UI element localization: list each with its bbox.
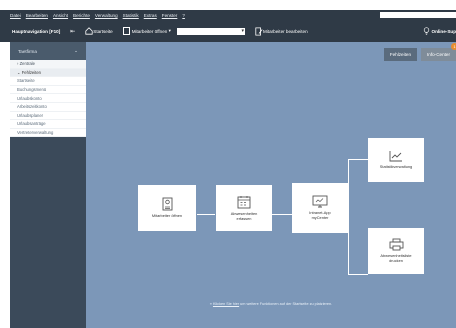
lightbulb-icon [423, 27, 429, 35]
sidebar-item-label: Urlaubsplaner [17, 112, 44, 118]
online-support-button[interactable]: Online-Sup [423, 27, 456, 35]
chevron-down-icon: ▾ [167, 28, 171, 33]
edit-document-icon [255, 27, 263, 35]
sidebar-item-label: Vertreterverwaltung [17, 130, 54, 136]
monitor-icon [312, 195, 328, 208]
line-chart-icon [389, 151, 402, 162]
printer-icon [389, 238, 403, 251]
card-intranet-app[interactable]: Intranet-App myCenter [292, 183, 348, 233]
menu-help[interactable]: ? [182, 13, 185, 18]
window-top-strip [0, 0, 456, 10]
sidebar-item-urlaubskonto[interactable]: Urlaubskonto [10, 94, 86, 103]
menu-berichte[interactable]: Berichte [73, 13, 90, 18]
notification-badge: 1 [451, 43, 456, 50]
sidebar-item-startseite[interactable]: Startseite [10, 77, 86, 86]
sidebar-item-label: Zentrale [19, 61, 35, 67]
main-navigation-toggle[interactable]: Hauptnavigation [F10] [12, 29, 60, 34]
card-label-line2: myCenter [311, 215, 329, 220]
menu-extras[interactable]: Extras [144, 13, 157, 18]
connector-line [348, 274, 368, 275]
mitarbeiter-bearbeiten-label: Mitarbeiter bearbeiten [262, 28, 308, 34]
sidebar: Taetfirma ⌄ › Zentrale ⌄ Fehlzeiten Star… [10, 42, 86, 328]
menu-bearbeiten[interactable]: Bearbeiten [26, 13, 48, 18]
connector-line [197, 214, 215, 215]
sidebar-item-vertreterverwaltung[interactable]: Vertreterverwaltung [10, 129, 86, 138]
chevron-down-icon: ▾ [241, 27, 244, 34]
tab-fehlzeiten[interactable]: Fehlzeiten [383, 48, 418, 61]
sidebar-filter[interactable]: Taetfirma ⌄ [10, 42, 86, 60]
calendar-icon [237, 195, 251, 209]
menu-statistik[interactable]: Statistik [123, 13, 139, 18]
card-statistikverwaltung[interactable]: Statistikverwaltung [368, 138, 424, 182]
main-area: Fehlzeiten Info-Center 1 Mitarbeiter öff… [86, 42, 456, 328]
tab-info-center-label: Info-Center [427, 52, 450, 57]
id-card-icon [162, 197, 172, 211]
employee-combo[interactable]: ▾ [176, 27, 245, 35]
tab-info-center[interactable]: Info-Center 1 [421, 43, 456, 61]
pin-icon[interactable]: ⇤ [70, 28, 75, 35]
card-label: Statistikverwaltung [379, 164, 413, 170]
customize-hint: » Klicken Sie hier um weitere Funktionen… [86, 302, 456, 306]
sidebar-filter-label: Taetfirma [18, 48, 37, 54]
connector-line [348, 159, 349, 274]
card-label-line2: drucken [389, 258, 403, 263]
connector-line [348, 159, 368, 160]
sidebar-item-zentrale[interactable]: › Zentrale [10, 60, 86, 69]
sidebar-list: › Zentrale ⌄ Fehlzeiten Startseite Buchu… [10, 60, 86, 138]
sidebar-item-label: Fehlzeiten [21, 69, 42, 75]
sidebar-item-label: Urlaubsanträge [17, 121, 46, 127]
sidebar-item-label: Arbeitszeitkonto [17, 104, 47, 110]
sidebar-item-label: Startseite [17, 78, 35, 84]
startseite-button[interactable]: Startseite [85, 27, 113, 35]
menu-datei[interactable]: Datei [10, 13, 21, 18]
card-label-line2: erfassen [236, 215, 252, 221]
online-support-label: Online-Sup [431, 28, 456, 34]
mitarbeiter-bearbeiten-button[interactable]: Mitarbeiter bearbeiten [255, 27, 308, 36]
card-mitarbeiter-oeffnen[interactable]: Mitarbeiter öffnen [138, 185, 196, 231]
chevron-down-icon: ⌄ [74, 48, 78, 53]
sidebar-item-label: Urlaubskonto [17, 95, 42, 101]
global-search-input[interactable] [380, 12, 456, 18]
home-icon [85, 27, 93, 35]
tab-bar: Fehlzeiten Info-Center 1 [380, 43, 456, 61]
mitarbeiter-oeffnen-label: Mitarbeiter öffnen [131, 28, 168, 34]
sidebar-item-urlaubsantraege[interactable]: Urlaubsanträge [10, 120, 86, 129]
startseite-label: Startseite [93, 28, 113, 34]
sidebar-item-label: Buchungsmenü [17, 87, 47, 93]
toolbar: Hauptnavigation [F10] ⇤ Startseite Mitar… [0, 20, 456, 42]
mitarbeiter-oeffnen-button[interactable]: Mitarbeiter öffnen ▾ [122, 27, 171, 35]
card-abwesenheitsliste-drucken[interactable]: Abwesenheitsliste drucken [368, 228, 424, 274]
sidebar-item-buchungsmenue[interactable]: Buchungsmenü [10, 86, 86, 95]
document-icon [122, 27, 130, 35]
menu-ansicht[interactable]: Ansicht [53, 13, 68, 18]
hint-link[interactable]: Klicken Sie hier [213, 302, 239, 306]
card-abwesenheiten-erfassen[interactable]: Abwesenheiten erfassen [216, 185, 272, 231]
connector-line [272, 214, 292, 215]
hint-suffix: um weitere Funktionen auf der Startseite… [239, 302, 333, 306]
sidebar-item-urlaubsplaner[interactable]: Urlaubsplaner [10, 112, 86, 121]
menu-fenster[interactable]: Fenster [162, 13, 178, 18]
card-label: Mitarbeiter öffnen [151, 213, 183, 219]
menu-verwaltung[interactable]: Verwaltung [95, 13, 118, 18]
sidebar-item-fehlzeiten[interactable]: ⌄ Fehlzeiten [10, 68, 86, 78]
sidebar-item-arbeitszeitkonto[interactable]: Arbeitszeitkonto [10, 103, 86, 112]
menu-bar: Datei Bearbeiten Ansicht Berichte Verwal… [0, 10, 456, 20]
